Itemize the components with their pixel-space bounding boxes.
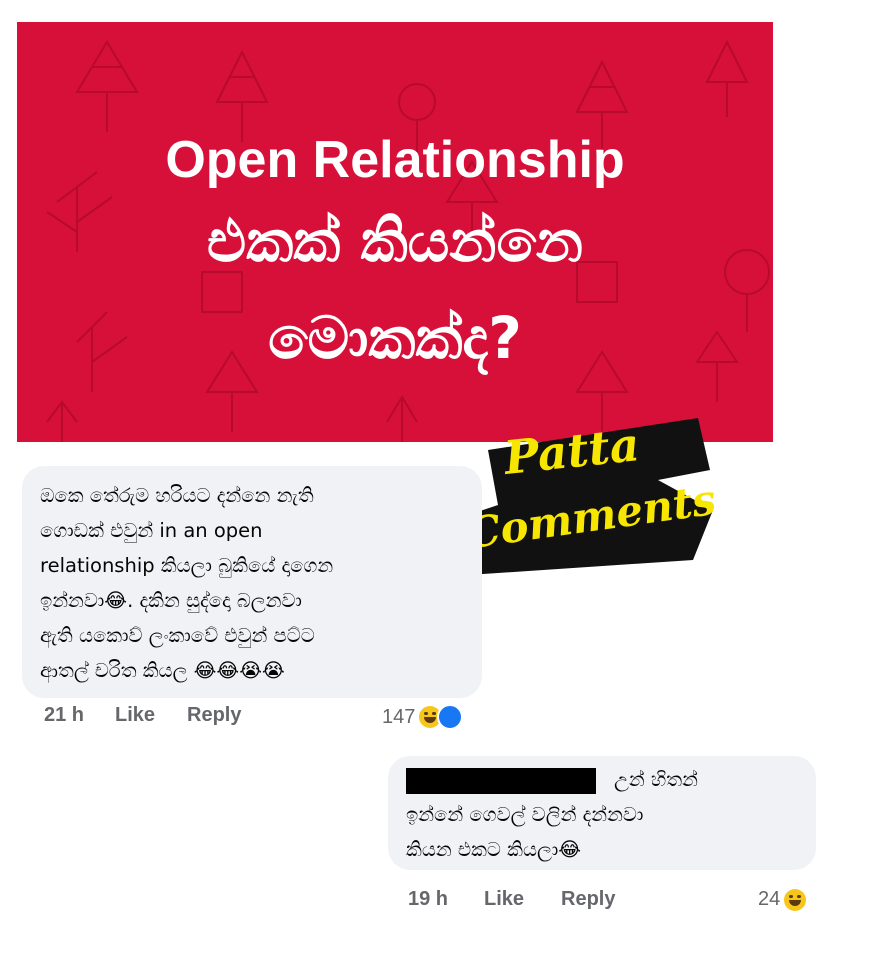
comment-text-line: ආතල් චරිත කියල 😂😂😭😭 bbox=[40, 659, 285, 682]
banner-title-line-3: මොකක්ද? bbox=[268, 304, 522, 372]
comment-text-line: ඔකෙ තේරුම හරියට දන්නෙ නැති bbox=[40, 484, 314, 507]
reaction-count: 24 bbox=[758, 888, 781, 910]
comment-bubble: උන් හිතන් ඉන්නේ ගෙවල් වලින් දන්නවා කියන … bbox=[388, 756, 816, 870]
comment-text-line-part: උන් හිතන් bbox=[614, 768, 698, 791]
patta-comments-sticker: Patta Comments bbox=[448, 410, 719, 580]
banner-title-line-2: එකක් කියන්නෙ bbox=[206, 207, 584, 275]
comment-text-line: උන් හිතන් bbox=[406, 762, 798, 797]
like-icon bbox=[437, 704, 464, 730]
reply-button[interactable]: Reply bbox=[561, 888, 615, 911]
comment-timestamp[interactable]: 19 h bbox=[408, 888, 448, 911]
reply-button[interactable]: Reply bbox=[187, 704, 241, 727]
comment-text-line: කියන එකට කියලා😂 bbox=[406, 838, 582, 861]
comment-bubble: ඔකෙ තේරුම හරියට දන්නෙ නැති ගොඩක් එවුන් i… bbox=[22, 466, 482, 698]
comment-text-line: ඇති යකොව් ලංකාවේ එවුන් පට්ට bbox=[40, 624, 315, 647]
comment-timestamp[interactable]: 21 h bbox=[44, 704, 84, 727]
redacted-name bbox=[406, 767, 596, 794]
comment-text-line: relationship කියලා බුකියේ දාගෙන bbox=[40, 554, 334, 577]
reaction-count: 147 bbox=[382, 705, 416, 728]
reaction-summary[interactable]: 24 bbox=[758, 888, 807, 911]
like-button[interactable]: Like bbox=[115, 704, 155, 727]
post-banner: Open Relationship එකක් කියන්නෙ මොකක්ද? bbox=[17, 22, 773, 442]
comment-text-line: ඉන්නවා😂. දකින සුද්දො බලනවා bbox=[40, 589, 302, 612]
comment-text-line: ඉන්නේ ගෙවල් වලින් දන්නවා bbox=[406, 803, 644, 826]
banner-title-line-1: Open Relationship bbox=[165, 131, 625, 189]
like-button[interactable]: Like bbox=[484, 888, 524, 911]
haha-icon bbox=[784, 888, 807, 911]
reaction-summary[interactable]: 147 bbox=[382, 704, 464, 730]
comment-text-line: ගොඩක් එවුන් in an open bbox=[40, 519, 263, 542]
